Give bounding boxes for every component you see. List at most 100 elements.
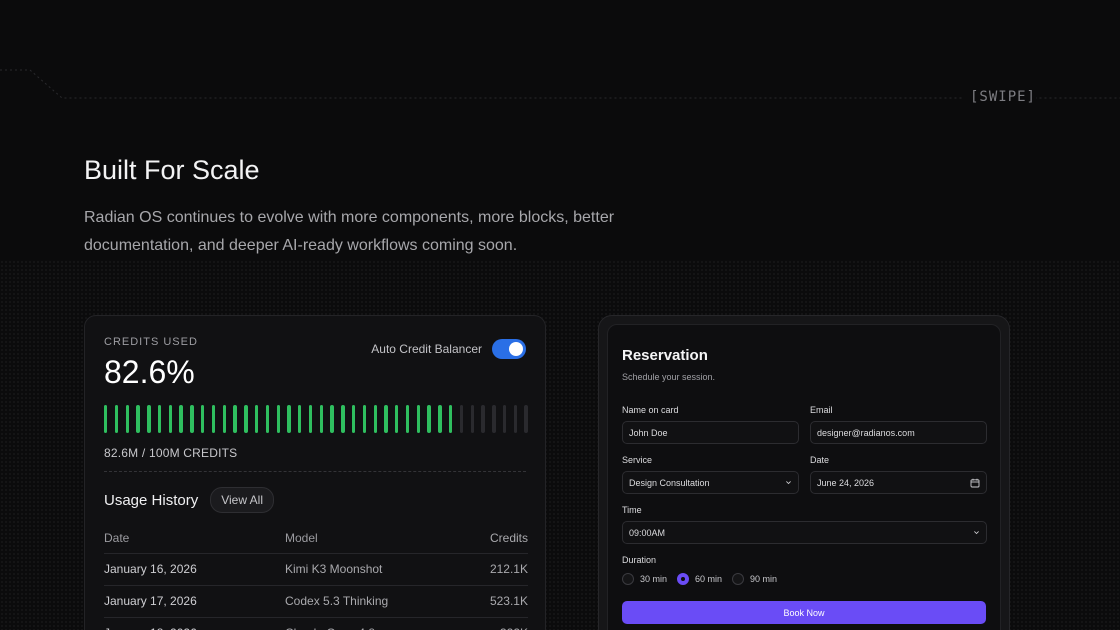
reservation-card: Reservation Schedule your session. Name … bbox=[598, 315, 1010, 630]
credits-used-value: 82.6% bbox=[104, 354, 195, 390]
radio-button-checked[interactable] bbox=[677, 573, 690, 585]
duration-radio-group: 30 min 60 min 90 min bbox=[622, 573, 987, 585]
chevron-down-icon bbox=[974, 531, 979, 535]
page-subtitle: Radian OS continues to evolve with more … bbox=[84, 209, 615, 254]
meter-bar-used bbox=[416, 405, 421, 433]
meter-bar-used bbox=[254, 405, 259, 433]
meter-bar-used bbox=[298, 405, 302, 433]
row-model: Kimi K3 Moonshot bbox=[285, 553, 463, 586]
decorative-divider-line bbox=[0, 69, 1120, 99]
meter-bar-used bbox=[384, 405, 388, 433]
meter-bar-remaining bbox=[492, 405, 496, 433]
time-label: Time bbox=[622, 505, 642, 515]
meter-bar-used bbox=[114, 405, 119, 433]
auto-credit-balancer: Auto Credit Balancer bbox=[371, 339, 526, 359]
toggle-knob bbox=[509, 342, 523, 356]
name-on-card-field: Name on card John Doe bbox=[622, 405, 799, 444]
column-header-date: Date bbox=[104, 523, 285, 554]
time-select[interactable]: 09:00AM bbox=[622, 521, 987, 544]
row-date: January 18, 2026 bbox=[104, 617, 285, 630]
table-row[interactable]: January 16, 2026 Kimi K3 Moonshot 212.1K bbox=[104, 553, 528, 586]
auto-credit-balancer-toggle[interactable] bbox=[492, 339, 526, 359]
meter-bar-used bbox=[405, 405, 410, 433]
meter-bar-used bbox=[125, 405, 129, 433]
usage-history-header: Usage History View All bbox=[104, 487, 275, 513]
meter-bar-used bbox=[104, 405, 108, 433]
email-field: Email designer@radianos.com bbox=[810, 405, 987, 444]
column-header-credits: Credits bbox=[462, 523, 528, 554]
meter-bar-remaining bbox=[459, 405, 464, 433]
meter-bar-remaining bbox=[502, 405, 507, 433]
name-on-card-label: Name on card bbox=[622, 405, 679, 415]
reservation-title: Reservation bbox=[622, 347, 708, 364]
meter-bar-used bbox=[179, 405, 183, 433]
meter-bar-used bbox=[276, 405, 280, 433]
auto-credit-balancer-label: Auto Credit Balancer bbox=[371, 342, 482, 356]
meter-bar-used bbox=[201, 405, 205, 433]
page-title: Built For Scale bbox=[84, 155, 260, 185]
service-field: Service Design Consultation bbox=[622, 455, 799, 494]
meter-bar-used bbox=[211, 405, 216, 433]
duration-option-60[interactable]: 60 min bbox=[677, 573, 722, 585]
name-on-card-input[interactable]: John Doe bbox=[622, 421, 799, 444]
name-on-card-value: John Doe bbox=[629, 427, 668, 438]
email-label: Email bbox=[810, 405, 833, 415]
meter-bar-remaining bbox=[481, 405, 485, 433]
usage-history-title: Usage History bbox=[104, 491, 199, 509]
row-credits: 523.1K bbox=[462, 585, 528, 618]
meter-bar-remaining bbox=[470, 405, 474, 433]
meter-bar-remaining bbox=[524, 405, 528, 433]
email-value: designer@radianos.com bbox=[817, 427, 915, 438]
chevron-down-icon bbox=[786, 481, 791, 485]
swipe-hint: [SWIPE] bbox=[963, 89, 1036, 105]
duration-option-90[interactable]: 90 min bbox=[732, 573, 777, 585]
meter-bar-used bbox=[373, 405, 377, 433]
meter-bar-used bbox=[147, 405, 151, 433]
reservation-form: Reservation Schedule your session. Name … bbox=[607, 324, 1001, 630]
time-field: Time 09:00AM bbox=[622, 505, 987, 544]
meter-bar-used bbox=[308, 405, 313, 433]
meter-bar-used bbox=[190, 405, 194, 433]
meter-bar-used bbox=[438, 405, 442, 433]
calendar-icon[interactable] bbox=[970, 478, 980, 488]
meter-bar-used bbox=[341, 405, 345, 433]
credits-usage-meter bbox=[104, 405, 528, 433]
duration-option-label: 30 min bbox=[640, 574, 668, 584]
meter-bar-used bbox=[157, 405, 162, 433]
date-picker[interactable]: June 24, 2026 bbox=[810, 471, 987, 494]
book-now-button[interactable]: Book Now bbox=[622, 601, 986, 624]
row-credits: 322K bbox=[462, 617, 528, 630]
row-model: Codex 5.3 Thinking bbox=[285, 585, 463, 618]
duration-option-label: 60 min bbox=[695, 574, 723, 584]
email-input[interactable]: designer@radianos.com bbox=[810, 421, 987, 444]
meter-bar-used bbox=[362, 405, 367, 433]
date-field: Date June 24, 2026 bbox=[810, 455, 987, 494]
column-header-model: Model bbox=[285, 523, 463, 554]
table-header-row: Date Model Credits bbox=[104, 523, 528, 554]
meter-bar-used bbox=[136, 405, 140, 433]
meter-bar-used bbox=[330, 405, 334, 433]
service-select[interactable]: Design Consultation bbox=[622, 471, 799, 494]
row-date: January 16, 2026 bbox=[104, 553, 285, 586]
time-value: 09:00AM bbox=[629, 527, 666, 538]
meter-bar-used bbox=[233, 405, 237, 433]
view-all-button[interactable]: View All bbox=[210, 487, 275, 513]
credits-card: CREDITS USED 82.6% Auto Credit Balancer … bbox=[84, 315, 546, 630]
meter-bar-used bbox=[244, 405, 248, 433]
radio-button[interactable] bbox=[732, 573, 745, 585]
meter-bar-used bbox=[287, 405, 291, 433]
meter-bar-used bbox=[168, 405, 173, 433]
table-row[interactable]: January 18, 2026 Claude Opus 4.8 322K bbox=[104, 617, 528, 630]
meter-bar-used bbox=[449, 405, 453, 433]
reservation-subtitle: Schedule your session. bbox=[622, 372, 716, 382]
duration-option-30[interactable]: 30 min bbox=[622, 573, 667, 585]
date-label: Date bbox=[810, 455, 830, 465]
meter-bar-used bbox=[319, 405, 324, 433]
row-date: January 17, 2026 bbox=[104, 585, 285, 618]
table-row[interactable]: January 17, 2026 Codex 5.3 Thinking 523.… bbox=[104, 585, 528, 618]
radio-button[interactable] bbox=[622, 573, 634, 585]
duration-option-label: 90 min bbox=[750, 574, 778, 584]
meter-bar-used bbox=[265, 405, 270, 433]
divider bbox=[104, 471, 526, 472]
duration-field: Duration 30 min 60 min 90 min bbox=[622, 555, 987, 585]
